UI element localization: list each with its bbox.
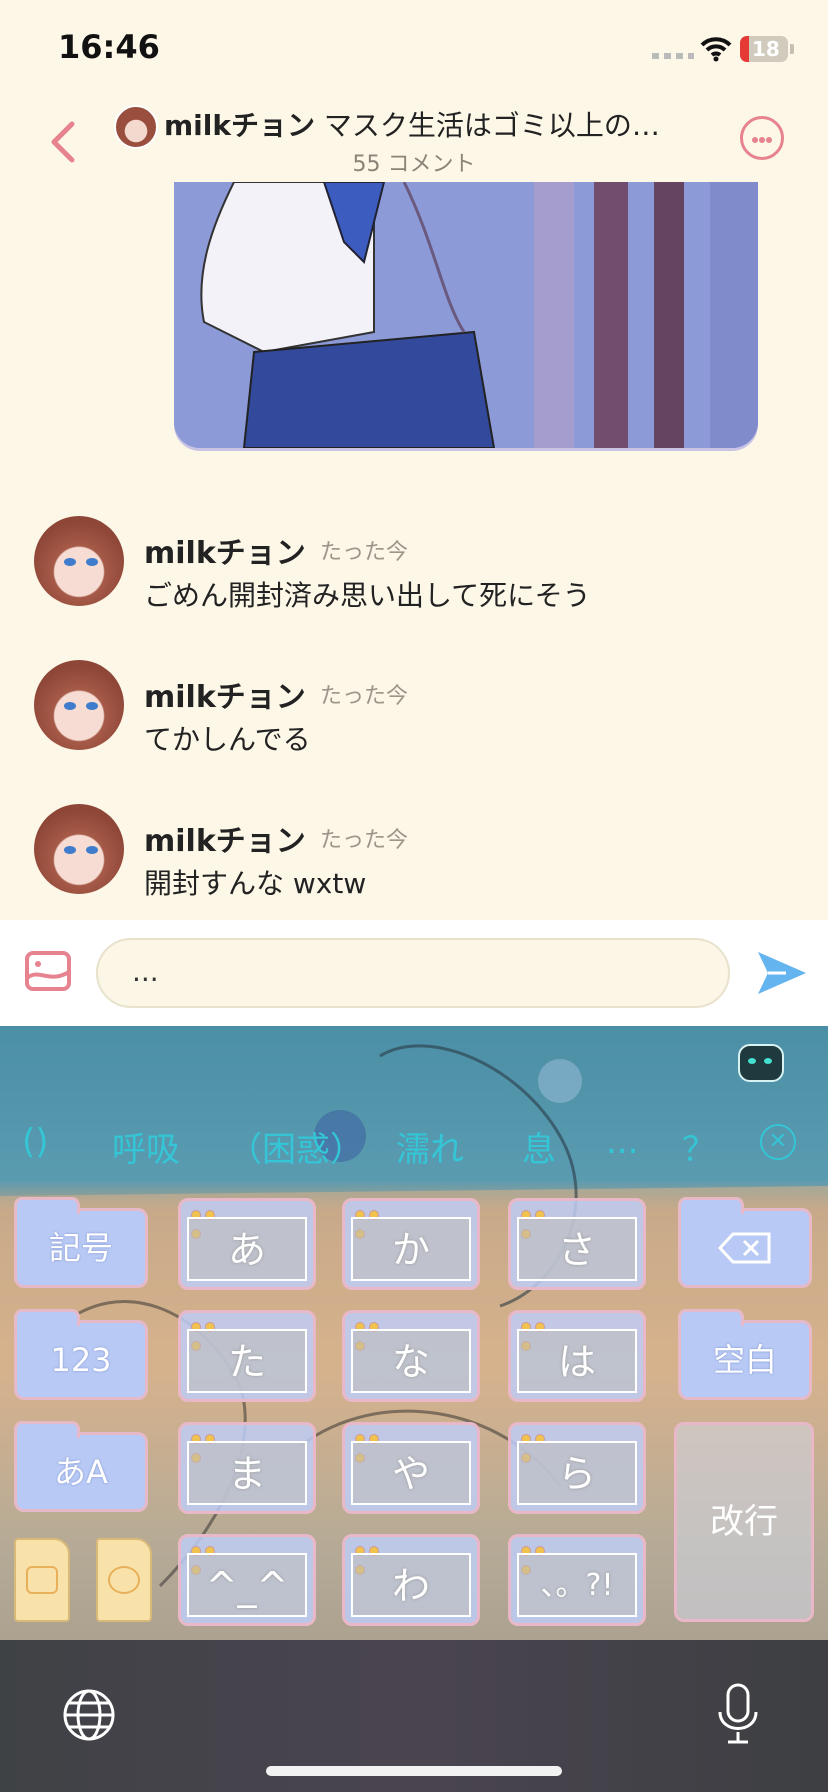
more-icon[interactable]: [740, 116, 784, 160]
avatar[interactable]: [34, 804, 124, 894]
post-image[interactable]: [174, 182, 758, 448]
page-title: milkチョン マスク生活はゴミ以上の…: [164, 104, 714, 144]
comment-text: 開封すんな wxtw: [144, 867, 367, 900]
image-icon[interactable]: [24, 950, 72, 992]
cellular-icon: [652, 53, 694, 59]
candidate-word[interactable]: 濡れ: [396, 1122, 464, 1171]
key-ka[interactable]: か: [342, 1198, 480, 1290]
key-label: あ: [187, 1217, 307, 1281]
comment-input[interactable]: ...: [96, 938, 730, 1008]
wifi-icon: [700, 37, 732, 62]
candidate-word[interactable]: (): [22, 1122, 49, 1162]
microphone-icon[interactable]: [716, 1682, 760, 1746]
key-label: や: [351, 1441, 471, 1505]
candidate-word[interactable]: ...: [606, 1122, 638, 1162]
home-indicator[interactable]: [266, 1766, 562, 1776]
header-user: milkチョン: [164, 109, 315, 142]
key-sa[interactable]: さ: [508, 1198, 646, 1290]
delete-key[interactable]: [678, 1197, 812, 1288]
comment-item[interactable]: milkチョン たった今 開封すんな wxtw: [0, 804, 828, 924]
key-space[interactable]: 空白: [678, 1309, 812, 1400]
comment-user[interactable]: milkチョン: [144, 816, 306, 860]
candidate-word[interactable]: （困惑）: [228, 1122, 364, 1171]
key-label: な: [351, 1329, 471, 1393]
comment-count: 55 コメント: [352, 152, 476, 177]
header-avatar[interactable]: [114, 105, 158, 149]
send-icon[interactable]: [756, 950, 808, 996]
avatar[interactable]: [34, 516, 124, 606]
key-ya[interactable]: や: [342, 1422, 480, 1514]
comment-time: たった今: [320, 828, 409, 853]
candidate-word[interactable]: ？: [682, 1122, 716, 1171]
key-label: さ: [517, 1217, 637, 1281]
globe-icon[interactable]: [62, 1688, 116, 1742]
avatar[interactable]: [34, 660, 124, 750]
key-numbers[interactable]: 123: [14, 1309, 148, 1400]
candidate-word[interactable]: 息: [522, 1122, 556, 1171]
key-a[interactable]: あ: [178, 1198, 316, 1290]
status-time: 16:46: [58, 28, 160, 66]
key-label: ま: [187, 1441, 307, 1505]
key-label: は: [517, 1329, 637, 1393]
key-enter[interactable]: 改行: [674, 1422, 814, 1622]
key-label: ^_^: [187, 1553, 307, 1617]
key-ta[interactable]: た: [178, 1310, 316, 1402]
close-candidates-icon[interactable]: ✕: [760, 1124, 796, 1160]
key-ha[interactable]: は: [508, 1310, 646, 1402]
battery-icon: 18: [740, 36, 788, 62]
key-punctuation[interactable]: 、。?!: [508, 1534, 646, 1626]
key-symbols[interactable]: 記号: [14, 1197, 148, 1288]
key-ma[interactable]: ま: [178, 1422, 316, 1514]
chat-note-icon[interactable]: [14, 1538, 70, 1622]
header-post-title: マスク生活はゴミ以上の…: [323, 109, 660, 142]
key-label: 、。?!: [517, 1553, 637, 1617]
candidate-word[interactable]: 呼吸: [112, 1122, 180, 1171]
delete-icon: [717, 1232, 771, 1264]
comment-text: てかしんでる: [144, 723, 311, 756]
key-input-mode[interactable]: あA: [14, 1421, 148, 1512]
comment-user[interactable]: milkチョン: [144, 528, 306, 572]
key-label: た: [187, 1329, 307, 1393]
key-kaomoji[interactable]: ^_^: [178, 1534, 316, 1626]
comment-text: ごめん開封済み思い出して死にそう: [144, 579, 591, 612]
key-na[interactable]: な: [342, 1310, 480, 1402]
comment-item[interactable]: milkチョン たった今 ごめん開封済み思い出して死にそう: [0, 516, 828, 636]
battery-level: 18: [752, 37, 780, 61]
key-label: か: [351, 1217, 471, 1281]
key-label: ら: [517, 1441, 637, 1505]
comment-time: たった今: [320, 540, 409, 565]
comment-item[interactable]: milkチョン たった今 てかしんでる: [0, 660, 828, 780]
key-ra[interactable]: ら: [508, 1422, 646, 1514]
comment-user[interactable]: milkチョン: [144, 672, 306, 716]
emoji-note-icon[interactable]: [96, 1538, 152, 1622]
key-wa[interactable]: わ: [342, 1534, 480, 1626]
key-label: わ: [351, 1553, 471, 1617]
comment-time: たった今: [320, 684, 409, 709]
keyboard-bot-icon[interactable]: [738, 1044, 784, 1082]
